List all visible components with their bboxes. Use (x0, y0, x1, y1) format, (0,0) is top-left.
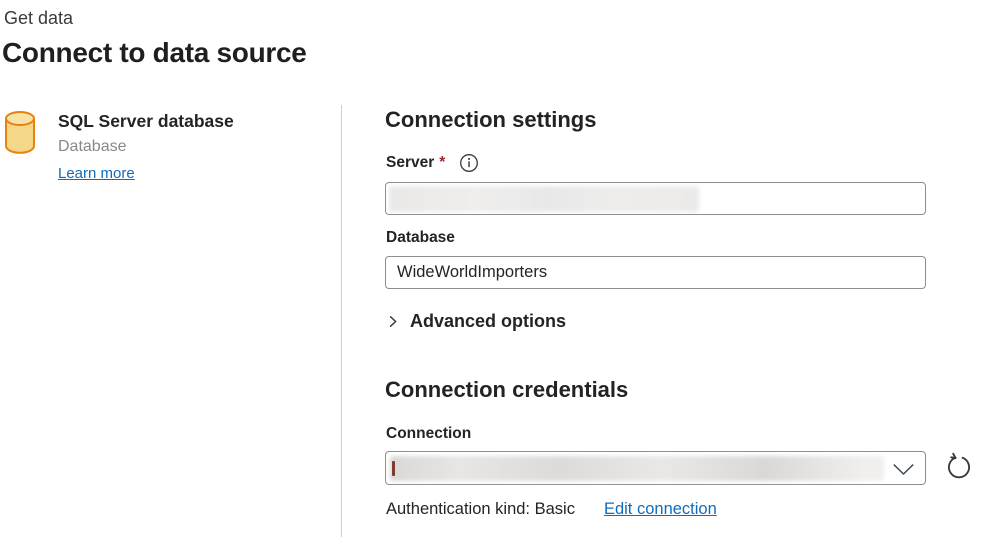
connection-label: Connection (386, 425, 471, 443)
redacted-server-value (389, 186, 699, 212)
source-kind: Database (58, 138, 127, 156)
edit-connection-link[interactable]: Edit connection (604, 500, 717, 519)
auth-kind-text: Authentication kind: Basic (386, 500, 575, 519)
database-label: Database (386, 229, 455, 247)
vertical-divider (341, 105, 342, 537)
connection-settings-heading: Connection settings (385, 107, 596, 133)
learn-more-link[interactable]: Learn more (58, 165, 135, 182)
breadcrumb-get-data: Get data (4, 8, 73, 29)
database-value: WideWorldImporters (397, 263, 547, 281)
advanced-options-label: Advanced options (410, 311, 566, 332)
redacted-text-remnant (392, 461, 395, 476)
server-input[interactable] (385, 182, 926, 215)
required-asterisk: * (439, 154, 445, 172)
database-input[interactable]: WideWorldImporters (385, 256, 926, 289)
server-label: Server (386, 154, 434, 172)
source-name: SQL Server database (58, 111, 234, 132)
redacted-connection-value (390, 456, 884, 481)
connection-dropdown[interactable] (385, 451, 926, 485)
connection-credentials-heading: Connection credentials (385, 377, 628, 403)
refresh-connections-button[interactable] (942, 450, 976, 484)
server-label-row: Server * (386, 153, 479, 173)
page-title: Connect to data source (2, 37, 307, 69)
advanced-options-toggle[interactable]: Advanced options (387, 311, 566, 332)
chevron-right-icon (387, 315, 399, 328)
chevron-down-icon (892, 463, 915, 481)
info-icon[interactable] (459, 153, 479, 173)
auth-row: Authentication kind: Basic Edit connecti… (386, 500, 717, 519)
database-cylinder-icon (3, 110, 37, 155)
refresh-icon (943, 451, 975, 483)
